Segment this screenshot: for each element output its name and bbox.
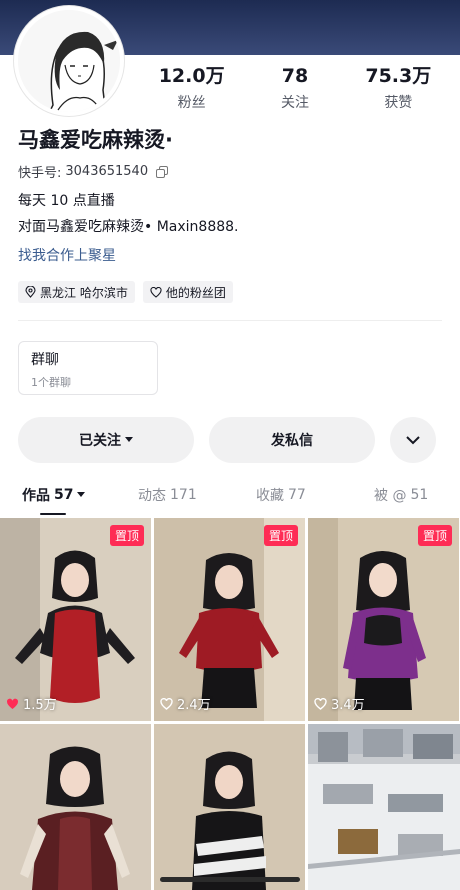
avatar-illustration [18, 10, 120, 112]
like-count-text: 2.4万 [177, 698, 211, 713]
cooperation-link[interactable]: 找我合作上聚星 [18, 245, 116, 265]
stat-value: 12.0万 [158, 65, 225, 87]
heart-outline-icon [160, 697, 173, 710]
like-count-text: 1.5万 [23, 698, 57, 713]
location-text: 黑龙江 哈尔滨市 [40, 285, 128, 300]
tab-label: 被 @ [374, 488, 407, 504]
tab-count: 51 [410, 487, 429, 503]
profile-name: 马鑫爱吃麻辣烫· [18, 128, 173, 152]
video-cover-image [0, 518, 151, 721]
following-button[interactable]: 已关注 [18, 417, 194, 463]
stat-label: 获赞 [384, 95, 413, 111]
pinned-badge: 置顶 [263, 525, 298, 546]
stat-likes[interactable]: 75.3万 获赞 [353, 64, 443, 112]
stat-value: 78 [281, 65, 309, 87]
chevron-down-icon [406, 435, 420, 444]
video-thumbnail[interactable]: 置顶 2.4万 [154, 518, 305, 721]
heart-filled-icon [6, 698, 19, 709]
account-id: 快手号: 3043651540 [18, 162, 169, 181]
tab-favorites[interactable]: 收藏 77 [256, 485, 306, 505]
more-options-button[interactable] [390, 417, 436, 463]
video-thumbnail[interactable] [0, 724, 151, 890]
tab-label: 动态 [138, 488, 166, 504]
stat-value: 75.3万 [365, 65, 432, 87]
caret-down-icon [125, 437, 133, 442]
tab-label: 收藏 [256, 488, 284, 504]
like-count: 3.4万 [314, 694, 365, 713]
tab-count: 57 [54, 487, 74, 503]
tab-mentions[interactable]: 被 @ 51 [374, 485, 428, 505]
following-label: 已关注 [79, 433, 121, 449]
copy-icon[interactable] [156, 165, 169, 178]
video-thumbnail[interactable] [154, 724, 305, 890]
tab-moments[interactable]: 动态 171 [138, 485, 197, 505]
send-message-label: 发私信 [271, 433, 313, 449]
pinned-badge: 置顶 [109, 525, 144, 546]
location-icon [25, 286, 36, 298]
profile-tags: 黑龙江 哈尔滨市 他的粉丝团 [18, 281, 233, 303]
tab-works[interactable]: 作品 57 [22, 485, 86, 505]
heart-outline-icon [314, 697, 327, 710]
active-tab-indicator [40, 513, 66, 515]
video-grid: 置顶 1.5万 置顶 2.4万 置顶 3.4万 [0, 518, 460, 890]
like-count: 1.5万 [6, 694, 57, 713]
content-tabs: 作品 57 动态 171 收藏 77 被 @ 51 [0, 485, 460, 515]
stat-label: 关注 [280, 95, 309, 111]
account-id-label: 快手号: [18, 166, 62, 181]
pinned-badge: 置顶 [417, 525, 452, 546]
caret-down-icon [77, 492, 86, 497]
heart-outline-icon [150, 286, 162, 298]
tab-label: 作品 [22, 488, 50, 504]
like-count-text: 3.4万 [331, 698, 365, 713]
stat-following[interactable]: 78 关注 [250, 64, 340, 112]
video-cover-image [0, 724, 151, 890]
profile-stats: 12.0万 粉丝 78 关注 75.3万 获赞 [140, 64, 450, 112]
fan-club-tag[interactable]: 他的粉丝团 [142, 281, 233, 303]
group-chat-title: 群聊 [31, 352, 59, 368]
video-cover-image [308, 518, 459, 721]
stat-label: 粉丝 [177, 95, 206, 111]
tab-count: 77 [288, 487, 306, 503]
tab-count: 171 [170, 487, 197, 503]
account-id-value: 3043651540 [65, 164, 149, 179]
video-thumbnail[interactable]: 置顶 3.4万 [308, 518, 459, 721]
send-message-button[interactable]: 发私信 [209, 417, 375, 463]
video-cover-image [308, 724, 460, 890]
divider [18, 320, 442, 321]
location-tag[interactable]: 黑龙江 哈尔滨市 [18, 281, 135, 303]
group-chat-card[interactable]: 群聊 1个群聊 [18, 341, 158, 395]
home-indicator[interactable] [160, 877, 300, 882]
bio-line: 每天 10 点直播 [18, 193, 115, 209]
stat-followers[interactable]: 12.0万 粉丝 [147, 64, 237, 112]
fan-club-text: 他的粉丝团 [165, 285, 226, 300]
avatar[interactable] [14, 6, 124, 116]
like-count: 2.4万 [160, 694, 211, 713]
video-thumbnail[interactable] [308, 724, 460, 890]
video-thumbnail[interactable]: 置顶 1.5万 [0, 518, 151, 721]
video-cover-image [154, 724, 305, 890]
video-cover-image [154, 518, 305, 721]
group-chat-count: 1个群聊 [31, 376, 71, 389]
bio-line: 对面马鑫爱吃麻辣烫• Maxin8888. [18, 219, 239, 235]
